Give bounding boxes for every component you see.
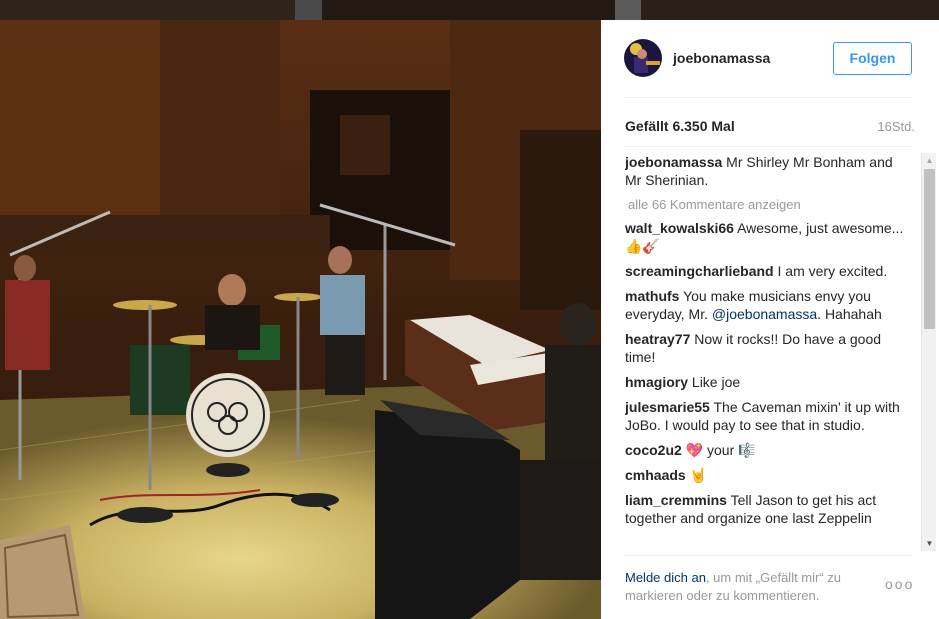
likes-count[interactable]: Gefällt 6.350 Mal xyxy=(625,118,735,134)
comment-username[interactable]: julesmarie55 xyxy=(625,399,710,415)
divider xyxy=(624,555,912,556)
comment-item: cmhaads 🤘 xyxy=(625,466,907,484)
caption-username[interactable]: joebonamassa xyxy=(625,154,722,170)
comment-item: liam_cremmins Tell Jason to get his act … xyxy=(625,491,907,527)
post-sidebar: joebonamassa Folgen Gefällt 6.350 Mal 16… xyxy=(601,20,939,619)
comment-username[interactable]: coco2u2 xyxy=(625,442,682,458)
divider xyxy=(624,146,912,147)
post-username[interactable]: joebonamassa xyxy=(673,50,770,66)
comment-username[interactable]: cmhaads xyxy=(625,467,686,483)
comment-item: coco2u2 💖 your 🎼 xyxy=(625,441,907,459)
comment-text: 🤘 xyxy=(689,467,708,483)
comments-scrollbar[interactable]: ▲ ▼ xyxy=(921,153,936,551)
comment-username[interactable]: liam_cremmins xyxy=(625,492,727,508)
more-options-icon[interactable]: ooo xyxy=(885,576,914,592)
comment-item: hmagiory Like joe xyxy=(625,373,907,391)
login-prompt: Melde dich an, um mit „Gefällt mir“ zu m… xyxy=(625,569,885,605)
follow-button[interactable]: Folgen xyxy=(833,42,912,75)
comment-text: 💖 your 🎼 xyxy=(685,442,756,458)
login-link[interactable]: Melde dich an xyxy=(625,570,706,585)
comment-username[interactable]: mathufs xyxy=(625,288,679,304)
post-photo[interactable] xyxy=(0,20,601,619)
scroll-up-arrow-icon[interactable]: ▲ xyxy=(922,153,937,168)
likes-row: Gefällt 6.350 Mal 16Std. xyxy=(625,118,915,138)
comment-username[interactable]: heatray77 xyxy=(625,331,690,347)
view-all-comments-link[interactable]: alle 66 Kommentare anzeigen xyxy=(625,197,925,212)
comment-text-suffix: . Hahahah xyxy=(817,306,882,322)
scrollbar-thumb[interactable] xyxy=(924,169,935,329)
comment-username[interactable]: walt_kowalski66 xyxy=(625,220,734,236)
avatar[interactable] xyxy=(624,39,662,77)
comment-text: Like joe xyxy=(691,374,741,390)
post-timestamp[interactable]: 16Std. xyxy=(877,119,915,134)
comment-mention-link[interactable]: @joebonamassa xyxy=(712,306,817,322)
post-header: joebonamassa Folgen xyxy=(601,20,939,98)
comment-item: mathufs You make musicians envy you ever… xyxy=(625,287,907,323)
comment-item: screamingcharlieband I am very excited. xyxy=(625,262,907,280)
comment-username[interactable]: screamingcharlieband xyxy=(625,263,774,279)
comment-item: julesmarie55 The Caveman mixin' it up wi… xyxy=(625,398,907,434)
comment-item: walt_kowalski66 Awesome, just awesome...… xyxy=(625,219,907,255)
comment-text: I am very excited. xyxy=(777,263,888,279)
comments-list: joebonamassa Mr Shirley Mr Bonham and Mr… xyxy=(625,153,925,551)
scroll-down-arrow-icon[interactable]: ▼ xyxy=(922,536,937,551)
caption: joebonamassa Mr Shirley Mr Bonham and Mr… xyxy=(625,153,907,189)
comment-username[interactable]: hmagiory xyxy=(625,374,688,390)
divider xyxy=(624,97,912,98)
previous-post-strip xyxy=(0,0,939,20)
comment-item: heatray77 Now it rocks!! Do have a good … xyxy=(625,330,907,366)
